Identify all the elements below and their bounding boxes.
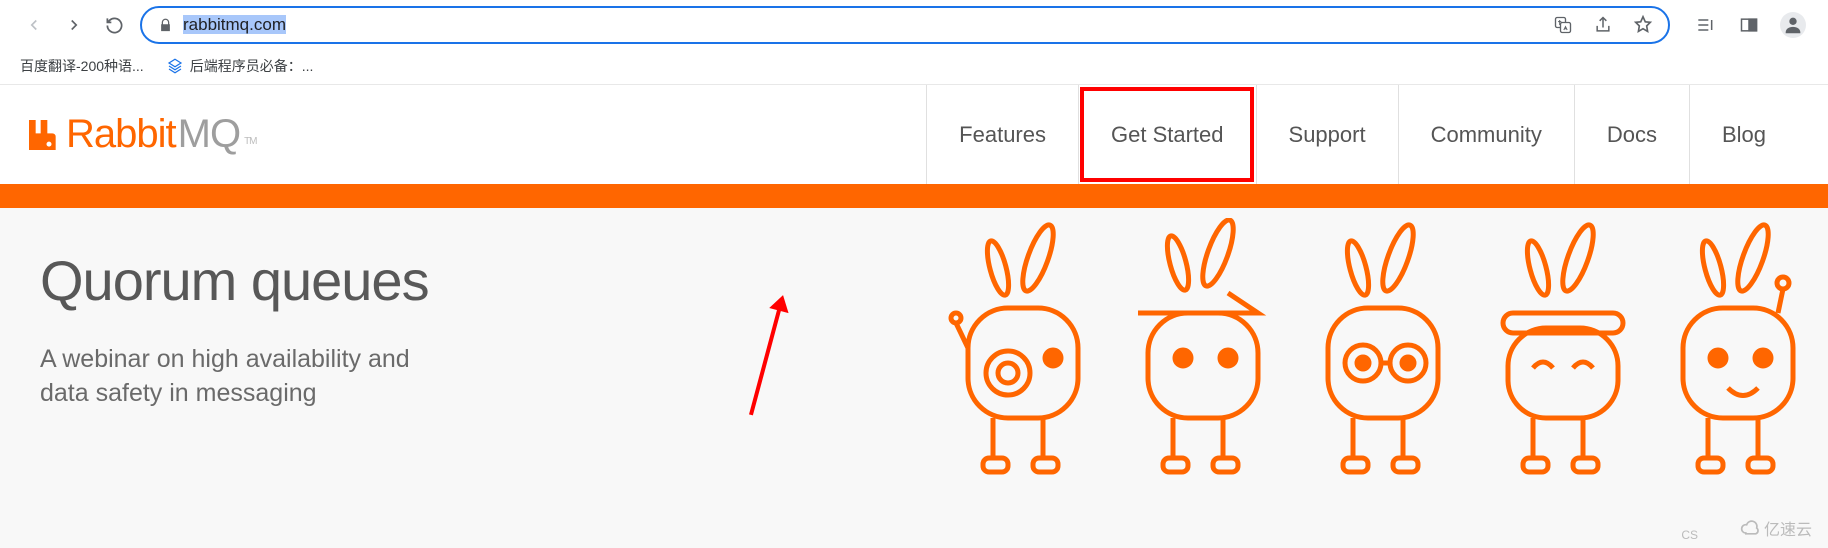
reload-button[interactable] [100,11,128,39]
nav-support[interactable]: Support [1256,85,1398,184]
site-header: RabbitMQ TM Features Get Started Support… [0,84,1828,184]
bookmark-label: 百度翻译-200种语... [20,56,144,76]
cloud-icon [1740,518,1760,538]
nav-features[interactable]: Features [926,85,1078,184]
rabbit-icon [1658,218,1818,478]
rabbit-icon [1118,218,1278,478]
nav-blog[interactable]: Blog [1689,85,1798,184]
panel-icon[interactable] [1736,12,1762,38]
share-icon[interactable] [1590,12,1616,38]
watermark: 亿速云 [1740,516,1812,540]
forward-button[interactable] [60,11,88,39]
back-button[interactable] [20,11,48,39]
url-text: rabbitmq.com [183,15,1540,35]
browser-toolbar: rabbitmq.com [0,0,1828,50]
logo-text-suffix: MQ [178,112,240,157]
logo-text-brand: Rabbit [66,112,176,157]
rabbitmq-logo[interactable]: RabbitMQ TM [24,112,257,157]
logo-icon [24,115,64,155]
nav-docs[interactable]: Docs [1574,85,1689,184]
bookmark-label: 后端程序员必备：... [190,56,314,76]
address-bar[interactable]: rabbitmq.com [140,6,1670,44]
star-icon[interactable] [1630,12,1656,38]
hero-illustration [938,218,1818,478]
rabbit-icon [1478,218,1638,478]
translate-icon[interactable] [1550,12,1576,38]
bookmark-favicon [166,57,184,75]
toolbar-right [1682,12,1816,38]
accent-strip [0,184,1828,208]
profile-avatar[interactable] [1780,12,1806,38]
nav-get-started[interactable]: Get Started [1078,85,1256,184]
reading-list-icon[interactable] [1692,12,1718,38]
address-actions [1550,12,1656,38]
cs-watermark: CS [1681,528,1698,542]
lock-icon [158,18,173,33]
rabbit-icon [1298,218,1458,478]
hero-section: Quorum queues A webinar on high availabi… [0,208,1828,548]
bookmark-item[interactable]: 百度翻译-200种语... [20,56,144,76]
bookmarks-bar: 百度翻译-200种语... 后端程序员必备：... [0,50,1828,84]
nav-community[interactable]: Community [1398,85,1574,184]
rabbit-icon [938,218,1098,478]
logo-tm: TM [244,136,256,147]
main-nav: Features Get Started Support Community D… [926,85,1798,184]
bookmark-item[interactable]: 后端程序员必备：... [166,56,314,76]
hero-subtitle: A webinar on high availability and data … [40,343,460,411]
